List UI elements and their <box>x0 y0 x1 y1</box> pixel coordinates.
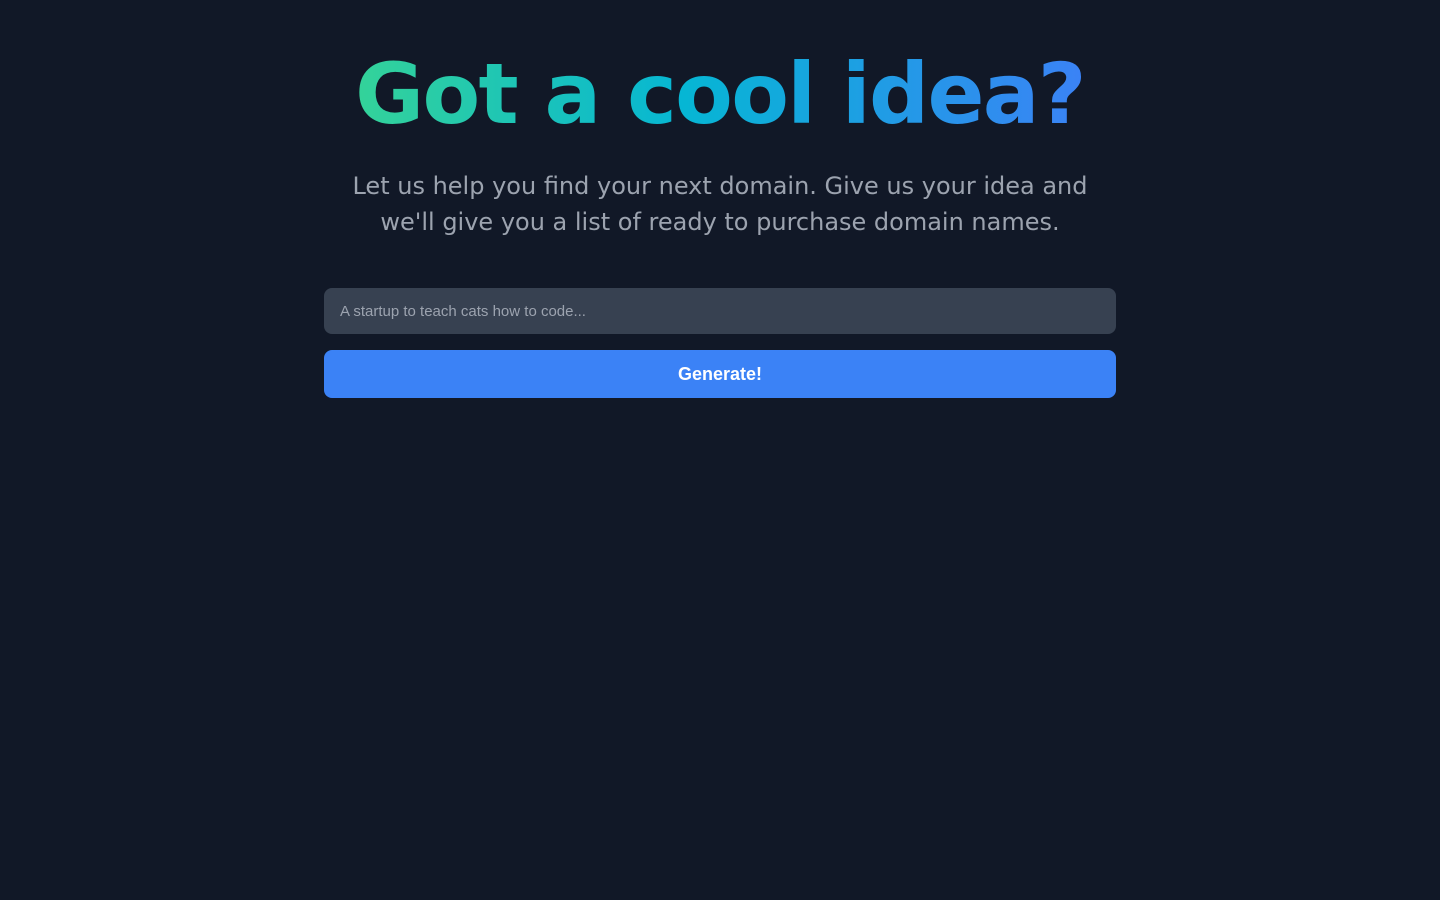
idea-form: Generate! <box>324 288 1116 398</box>
main-container: Got a cool idea? Let us help you find yo… <box>272 0 1168 398</box>
page-subtitle: Let us help you find your next domain. G… <box>340 168 1100 240</box>
page-title: Got a cool idea? <box>355 48 1085 140</box>
idea-input[interactable] <box>324 288 1116 334</box>
generate-button[interactable]: Generate! <box>324 350 1116 398</box>
